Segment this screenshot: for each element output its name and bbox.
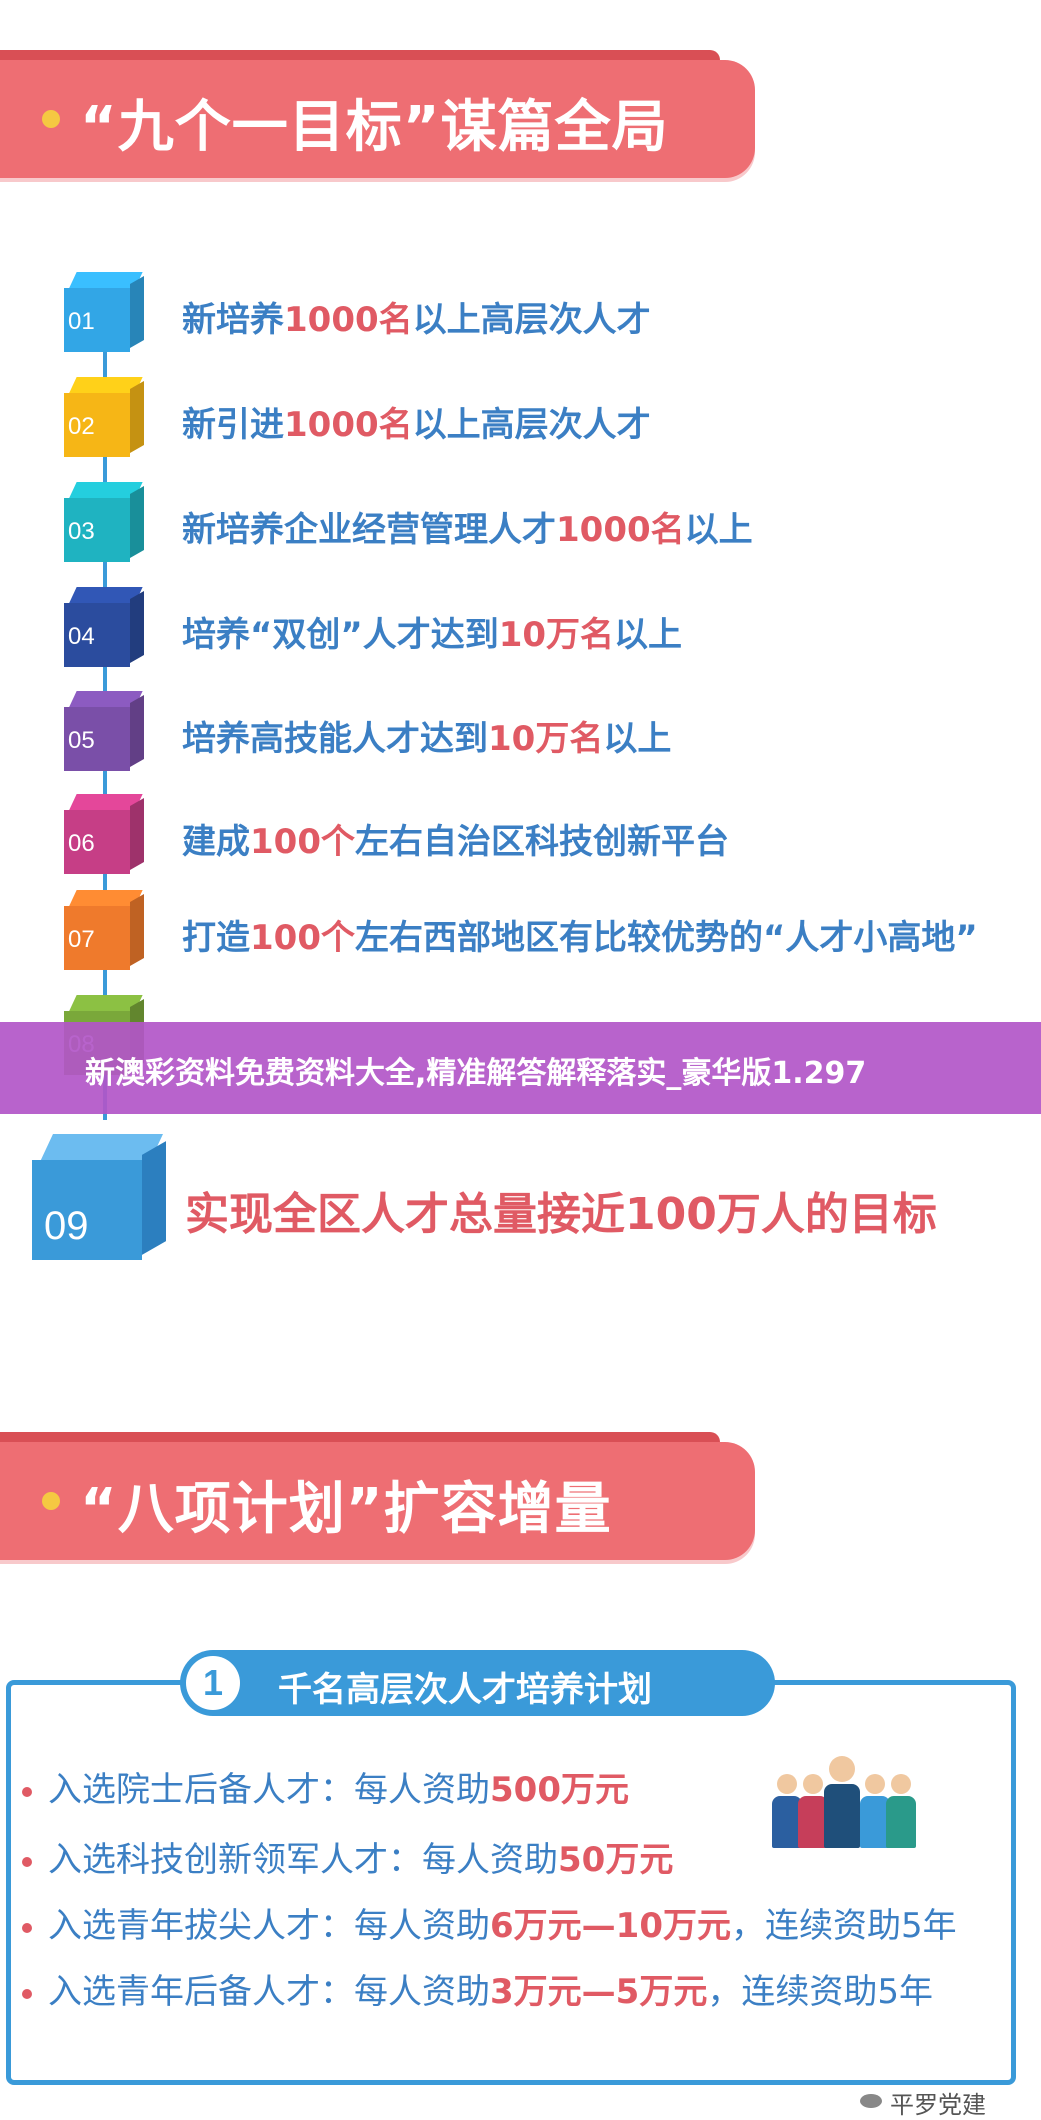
bullet-dot bbox=[42, 1492, 60, 1510]
section-title: “八项计划”扩容增量 bbox=[80, 1477, 612, 1542]
item-number: 07 bbox=[68, 926, 95, 953]
number-cube-icon: 05 bbox=[64, 691, 144, 771]
section-banner-goals: “九个一目标”谋篇全局 bbox=[0, 50, 755, 178]
item-text: 新培养1000名以上高层次人才 bbox=[182, 300, 651, 340]
goal-item: 01 新培养1000名以上高层次人才 bbox=[0, 272, 1041, 362]
plan-bullet: 入选院士后备人才：每人资助500万元 bbox=[22, 1762, 629, 1811]
watermark-text: 新澳彩资料免费资料大全,精准解答解释落实_豪华版1.297 bbox=[85, 1056, 867, 1091]
goal-text: 实现全区人才总量接近100万人的目标 bbox=[185, 1189, 937, 1240]
item-number: 03 bbox=[68, 518, 95, 545]
number-cube-icon: 06 bbox=[64, 794, 144, 874]
item-text: 打造100个左右西部地区有比较优势的“人才小高地” bbox=[182, 918, 978, 958]
goal-number: 09 bbox=[44, 1204, 89, 1248]
people-illustration bbox=[772, 1718, 922, 1848]
goal-item: 02 新引进1000名以上高层次人才 bbox=[0, 377, 1041, 467]
item-text: 培养高技能人才达到10万名以上 bbox=[182, 719, 672, 759]
item-number: 04 bbox=[68, 623, 95, 650]
item-number: 02 bbox=[68, 413, 95, 440]
number-cube-icon: 04 bbox=[64, 587, 144, 667]
number-cube-icon: 02 bbox=[64, 377, 144, 457]
goal-item: 07 打造100个左右西部地区有比较优势的“人才小高地” bbox=[0, 890, 1041, 980]
goal-cube-09: 09 bbox=[32, 1134, 172, 1264]
plan-bullet: 入选科技创新领军人才：每人资助50万元 bbox=[22, 1832, 673, 1881]
goal-item: 06 建成100个左右自治区科技创新平台 bbox=[0, 794, 1041, 884]
watermark-banner: 新澳彩资料免费资料大全,精准解答解释落实_豪华版1.297 bbox=[0, 1022, 1041, 1114]
number-cube-icon: 01 bbox=[64, 272, 144, 352]
goal-item: 04 培养“双创”人才达到10万名以上 bbox=[0, 587, 1041, 677]
item-text: 培养“双创”人才达到10万名以上 bbox=[182, 615, 683, 655]
plan-bullet: 入选青年后备人才：每人资助3万元—5万元，连续资助5年 bbox=[22, 1964, 933, 2013]
item-number: 06 bbox=[68, 830, 95, 857]
item-text: 新培养企业经营管理人才1000名以上 bbox=[182, 510, 753, 550]
item-number: 05 bbox=[68, 727, 95, 754]
section-banner-plans: “八项计划”扩容增量 bbox=[0, 1432, 755, 1560]
plan-tab: 1 千名高层次人才培养计划 bbox=[180, 1650, 775, 1716]
section-title: “九个一目标”谋篇全局 bbox=[80, 95, 669, 160]
item-text: 新引进1000名以上高层次人才 bbox=[182, 405, 651, 445]
plan-title: 千名高层次人才培养计划 bbox=[278, 1670, 652, 1710]
number-cube-icon: 07 bbox=[64, 890, 144, 970]
bullet-dot bbox=[42, 110, 60, 128]
wechat-icon bbox=[860, 2094, 882, 2108]
goal-item: 03 新培养企业经营管理人才1000名以上 bbox=[0, 482, 1041, 572]
item-number: 01 bbox=[68, 308, 95, 335]
item-text: 建成100个左右自治区科技创新平台 bbox=[182, 822, 729, 862]
plan-bullet: 入选青年拔尖人才：每人资助6万元—10万元，连续资助5年 bbox=[22, 1898, 957, 1947]
goal-item: 05 培养高技能人才达到10万名以上 bbox=[0, 691, 1041, 781]
footer-source: 平罗党建 bbox=[890, 2091, 986, 2119]
number-cube-icon: 03 bbox=[64, 482, 144, 562]
plan-number: 1 bbox=[186, 1656, 240, 1710]
